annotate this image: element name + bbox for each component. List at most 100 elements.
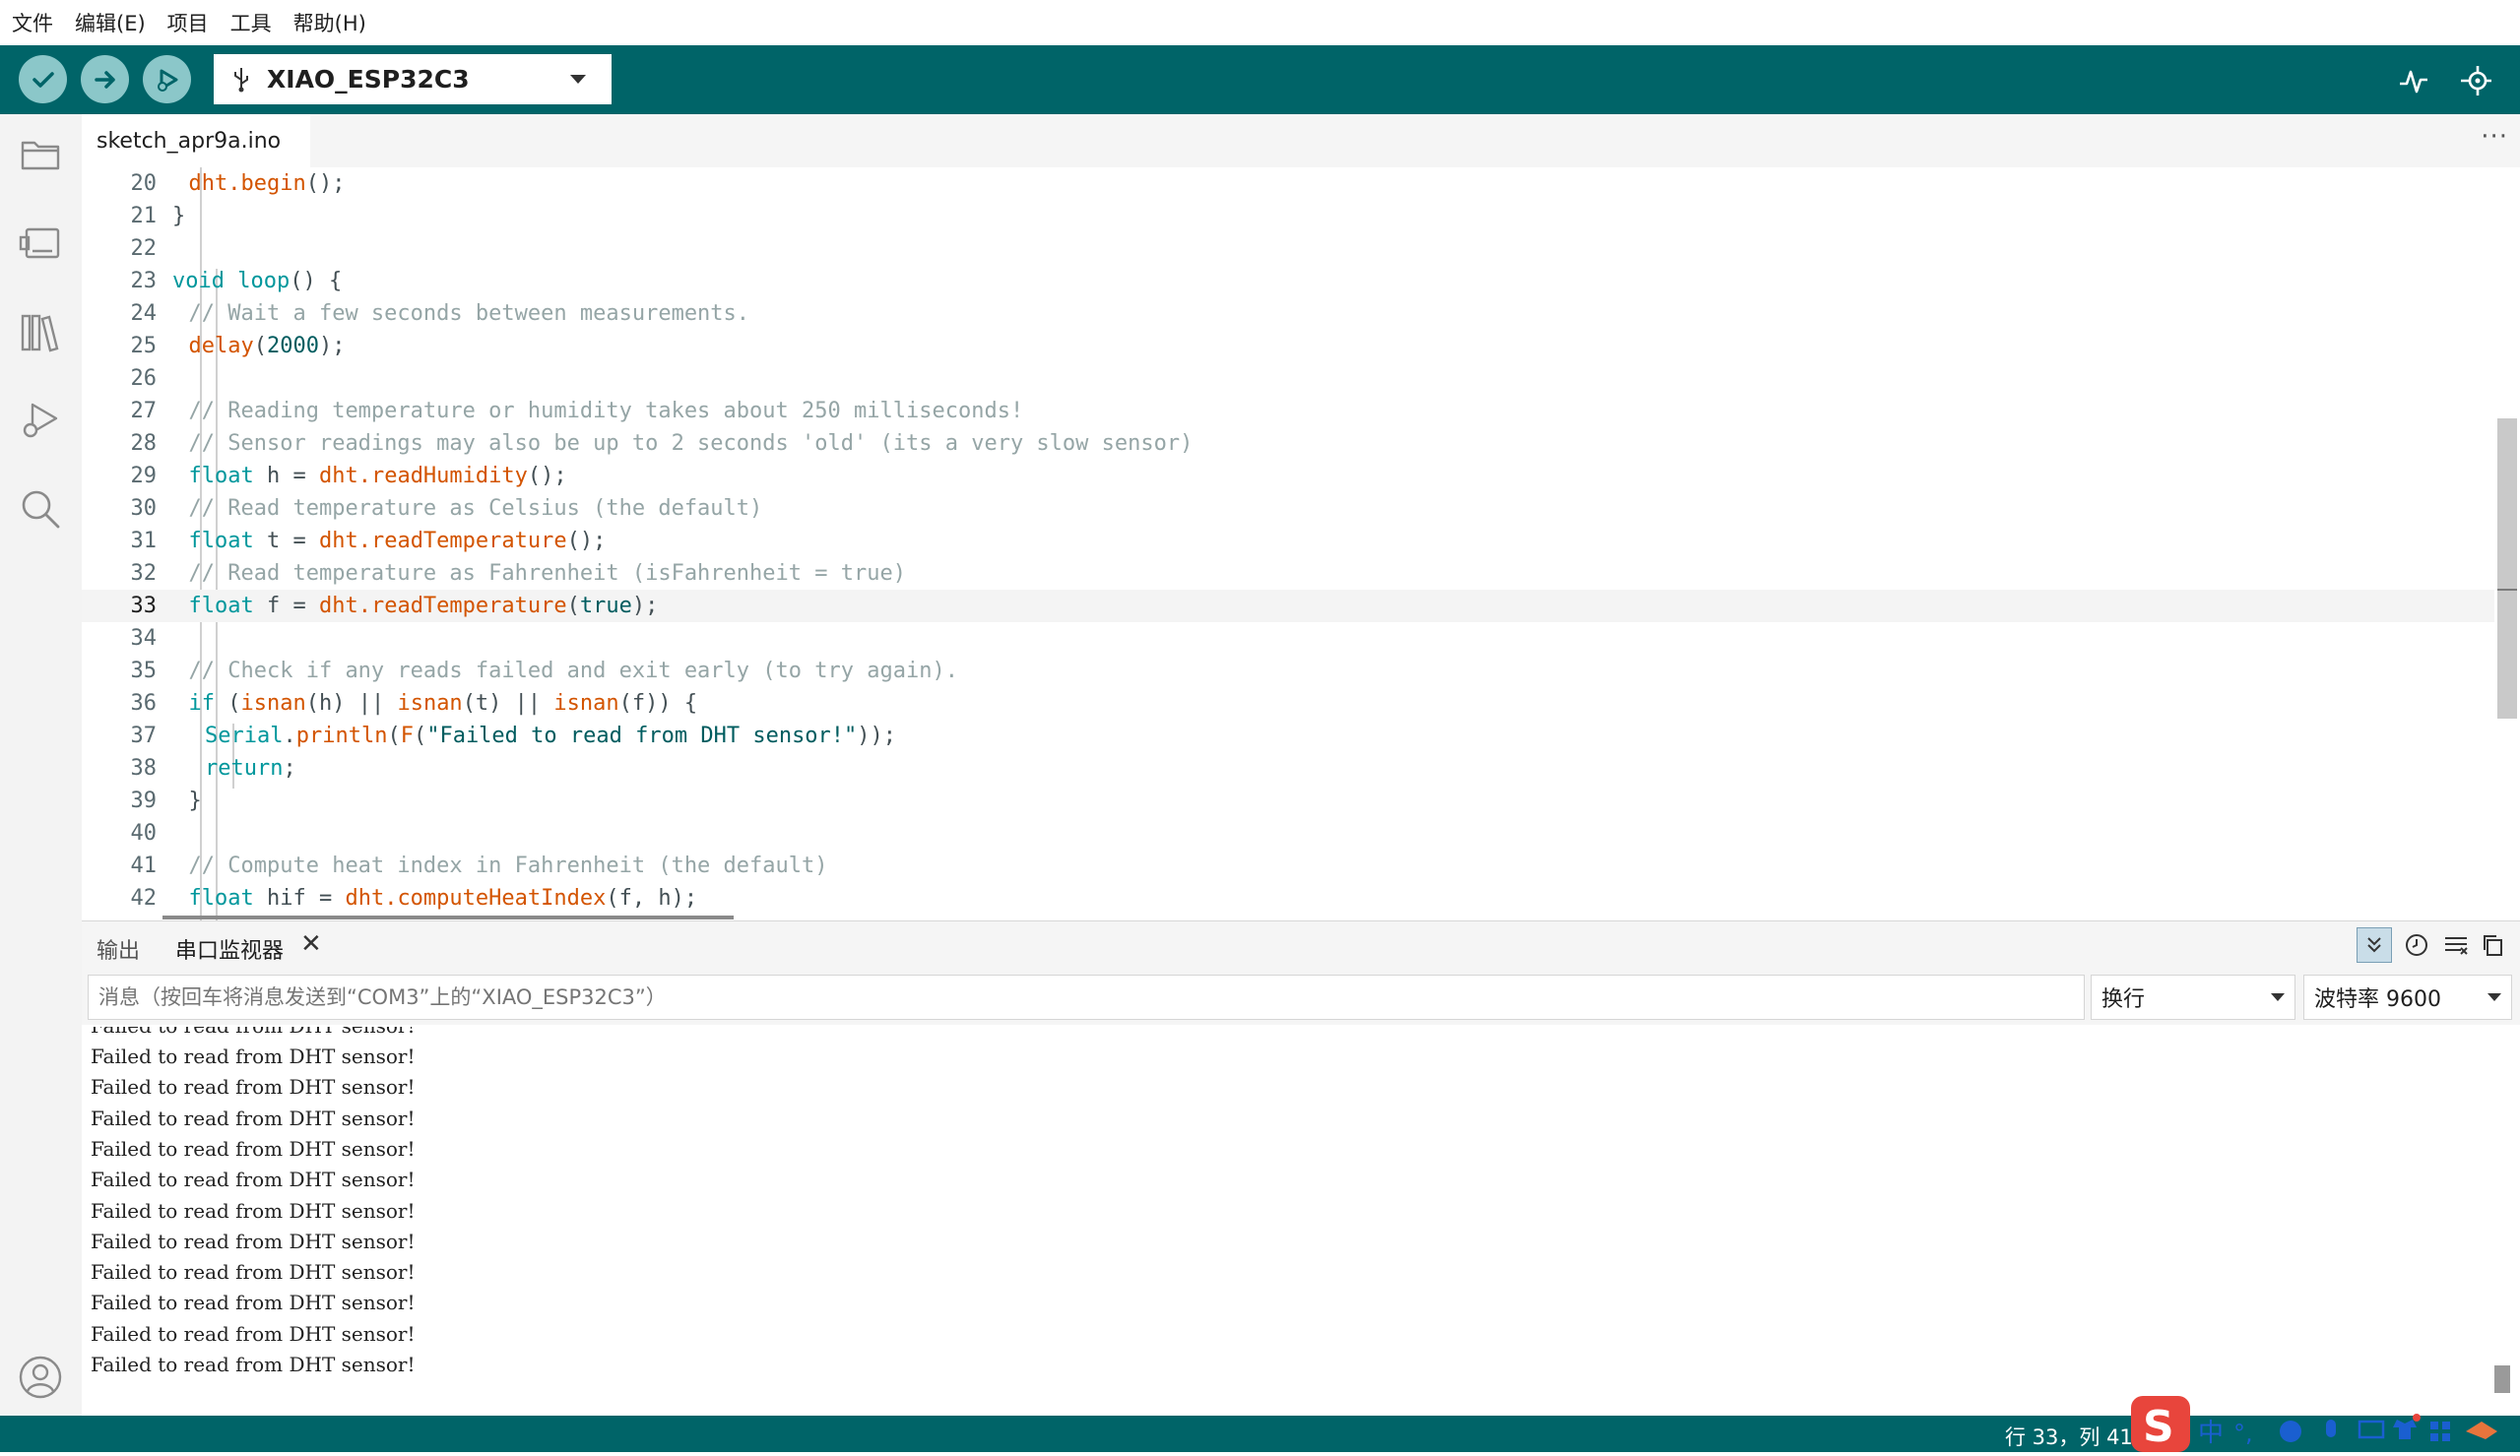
copy-icon [2484,935,2502,956]
code-line: 23 void loop() { [82,265,2494,297]
menu-item[interactable]: 文件 [12,8,53,37]
ime-mode-text: 中 [2198,1419,2224,1448]
code-token: if [188,691,216,716]
code-token: readTemperature [370,594,567,618]
verify-button[interactable] [19,55,67,103]
menu-item[interactable]: 帮助(H) [293,8,366,37]
code-token: hif = [253,886,346,911]
menu-item[interactable]: 项目 [167,8,209,37]
tab-serial-monitor[interactable]: 串口监视器 [175,933,284,965]
baud-rate-select[interactable]: 波特率 9600 [2303,975,2512,1020]
code-token: dht. [318,594,371,618]
line-number: 23 [130,269,158,293]
code-token: computeHeatIndex [397,886,607,911]
code-token: dht. [345,886,398,911]
code-editor[interactable]: 20 dht.begin(); 21} 22 23 void loop() {24// W… [82,167,2520,920]
search-button[interactable] [16,484,65,534]
tab-filename: sketch_apr9a.ino [97,128,282,154]
code-token: // Read temperature as Celsius (the defa… [188,496,763,521]
sketchbook-button[interactable] [16,130,65,179]
code-token: isnan [553,691,619,716]
code-text: // Compute heat index in Fahrenheit (the… [189,850,828,882]
code-text: Serial.println(F("Failed to read from DH… [205,720,896,752]
baud-rate-value: 波特率 9600 [2314,987,2441,1012]
code-token: true [579,594,632,618]
clear-output-button[interactable] [2438,927,2474,963]
menu-item[interactable]: 工具 [230,8,272,37]
editor-tabs: sketch_apr9a.ino ··· [82,114,2520,167]
code-line: 32 // Read temperature as Fahrenheit (isF… [82,557,2494,590]
code-line: 31 float t = dht.readTemperature(); [82,525,2494,557]
serial-message-input[interactable] [88,975,2085,1020]
more-actions-icon[interactable]: ··· [2481,122,2508,152]
board-selector[interactable]: XIAO_ESP32C3 [214,54,612,104]
code-token: f = [253,594,319,618]
serial-monitor-button[interactable] [2457,62,2494,99]
serial-input-row: 换行 波特率 9600 [82,973,2520,1025]
code-line: 20 dht.begin(); [82,167,2494,200]
serial-scrollbar[interactable] [2494,1365,2510,1393]
usb-icon [234,67,248,92]
verify-check-icon [32,71,54,88]
tab-output[interactable]: 输出 [97,933,140,965]
line-number: 24 [130,301,158,326]
line-ending-value: 换行 [2101,987,2146,1012]
code-token: } [188,789,202,813]
line-number: 35 [130,659,158,683]
line-number: 34 [130,626,158,651]
autoscroll-toggle[interactable] [2357,927,2392,963]
ime-toolbar: S 中 °, [2131,1396,2520,1452]
code-line: 27 // Reading temperature or humidity tak… [82,395,2494,427]
line-number: 41 [130,854,158,878]
editor-scrollbar[interactable] [2497,418,2517,719]
tab-sketch-file[interactable]: sketch_apr9a.ino [82,114,311,167]
upload-button[interactable] [81,55,129,103]
chevron-down-icon [2271,993,2285,1001]
serial-output: Failed to read from DHT sensor! Failed t… [82,1027,2520,1416]
library-manager-button[interactable] [16,307,65,356]
board-name: XIAO_ESP32C3 [267,65,470,94]
close-icon[interactable]: ✕ [300,929,322,959]
serial-line: Failed to read from DHT sensor! [91,1321,416,1346]
serial-monitor-icon [2461,66,2491,95]
serial-line: Failed to read from DHT sensor! [91,1229,416,1253]
toolbar: XIAO_ESP32C3 [0,45,2520,114]
serial-line-partial: Failed to read from DHT sensor! [91,1027,416,1042]
code-token: (); [527,464,567,488]
line-number: 25 [130,334,158,358]
search-icon [22,490,60,529]
code-token: dht. [318,529,371,553]
line-number: 26 [130,366,158,391]
debug-button[interactable] [143,55,191,103]
line-ending-select[interactable]: 换行 [2091,975,2295,1020]
menu-item[interactable]: 编辑(E) [75,8,146,37]
serial-plotter-button[interactable] [2395,62,2432,99]
library-icon [21,314,59,352]
code-token: readHumidity [370,464,528,488]
debug-sidebar-button[interactable] [16,396,65,445]
toolbox-icon [2466,1422,2497,1439]
serial-line: Failed to read from DHT sensor! [91,1291,416,1315]
serial-line: Failed to read from DHT sensor! [91,1198,416,1223]
boards-manager-button[interactable] [16,219,65,268]
code-token: readTemperature [370,529,567,553]
code-token: ( [387,724,401,748]
timestamp-toggle[interactable] [2399,927,2434,963]
code-line: 33 float f = dht.readTemperature(true); [82,590,2494,622]
code-text: // Sensor readings may also be up to 2 s… [189,427,1194,460]
code-token: float [188,594,254,618]
serial-line: Failed to read from DHT sensor! [91,1075,416,1100]
code-token: ( [413,724,427,748]
code-token: . [283,724,296,748]
serial-line: Failed to read from DHT sensor! [91,1136,416,1161]
code-text: float h = dht.readHumidity(); [189,460,567,492]
code-line: 40 [82,817,2494,850]
editor-horizontal-scrollbar[interactable] [162,916,734,919]
code-line: 30 // Read temperature as Celsius (the de… [82,492,2494,525]
copy-output-button[interactable] [2475,927,2510,963]
code-token: // Reading temperature or humidity takes… [188,399,1024,423]
account-button[interactable] [16,1353,65,1402]
code-line: 37 Serial.println(F("Failed to read from … [82,720,2494,752]
line-number: 39 [130,789,158,813]
